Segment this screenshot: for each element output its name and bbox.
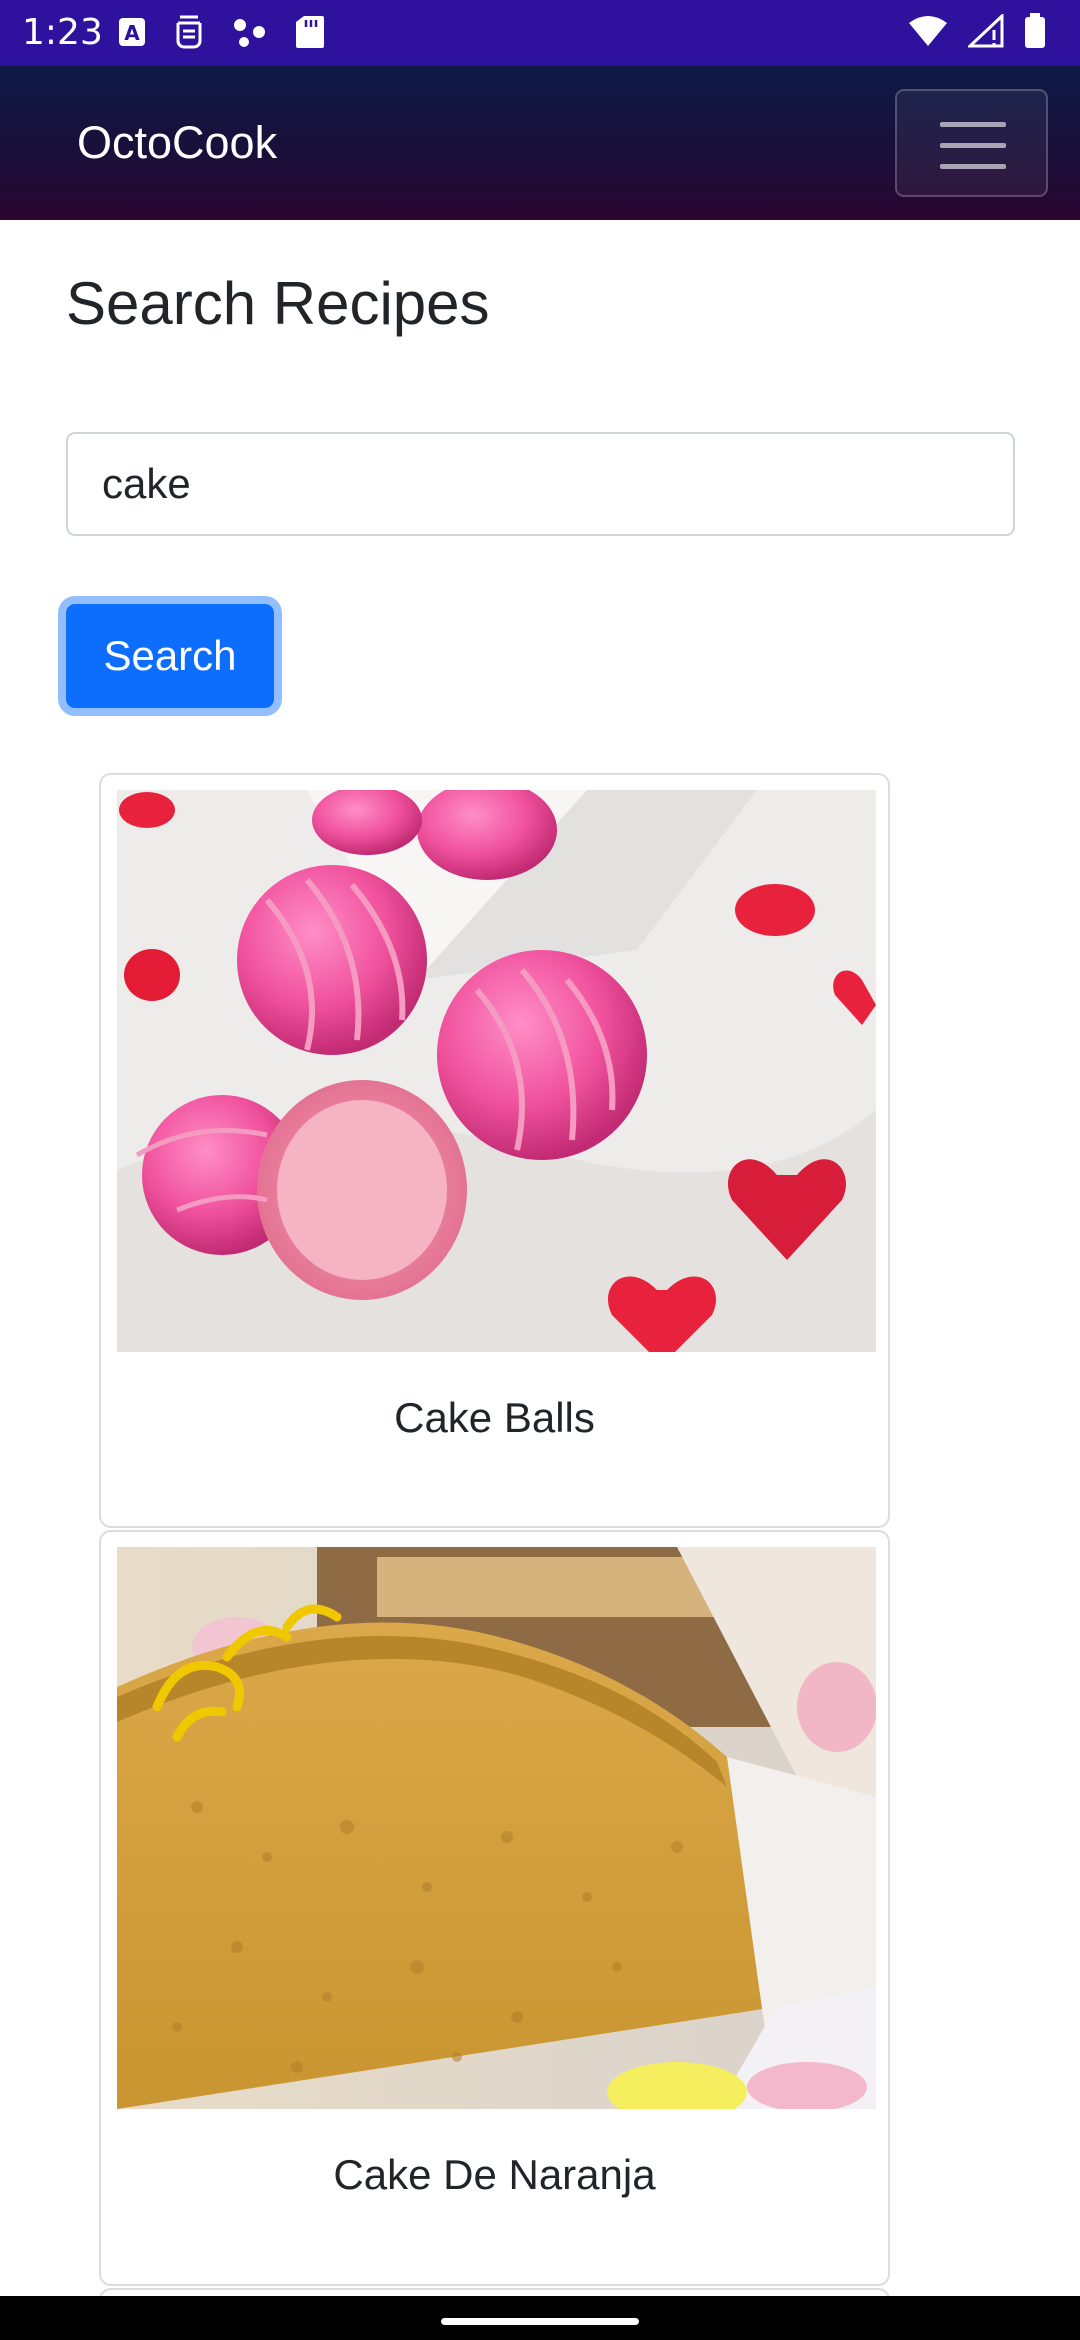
recipe-card[interactable]: Cake Balls (99, 773, 890, 1528)
hamburger-icon-middle (940, 143, 1006, 148)
battery-icon (1025, 13, 1045, 48)
app-navbar: OctoCook (0, 66, 1080, 220)
status-system-icons (908, 13, 1046, 49)
brand-link[interactable]: OctoCook (77, 116, 277, 170)
recipe-image-cake-de-naranja[interactable] (117, 1547, 876, 2109)
recipe-card[interactable]: Cake De Naranja (99, 1530, 890, 2286)
sd-card-icon (296, 16, 324, 48)
menu-toggle-button[interactable] (895, 89, 1048, 197)
home-gesture-handle[interactable] (441, 2318, 639, 2325)
hamburger-icon (940, 122, 1006, 127)
status-notification-icons: A (118, 15, 324, 49)
status-bar: 1:23 A (0, 0, 1080, 66)
search-button[interactable]: Search (66, 604, 274, 708)
hamburger-icon-bottom (940, 164, 1006, 169)
system-nav-bar (0, 2296, 1080, 2340)
dots-network-icon (234, 19, 265, 47)
sim-icon (176, 15, 202, 49)
status-time: 1:23 (22, 12, 103, 53)
recipe-image-cake-balls[interactable] (117, 790, 876, 1352)
search-input[interactable] (66, 432, 1015, 536)
cell-signal-icon (968, 14, 1004, 48)
svg-text:A: A (124, 21, 140, 45)
recipe-title[interactable]: Cake Balls (101, 1392, 888, 1444)
recipe-title[interactable]: Cake De Naranja (101, 2149, 888, 2201)
a-notification-icon: A (119, 18, 145, 46)
wifi-icon (909, 16, 947, 46)
page-title: Search Recipes (66, 270, 490, 337)
